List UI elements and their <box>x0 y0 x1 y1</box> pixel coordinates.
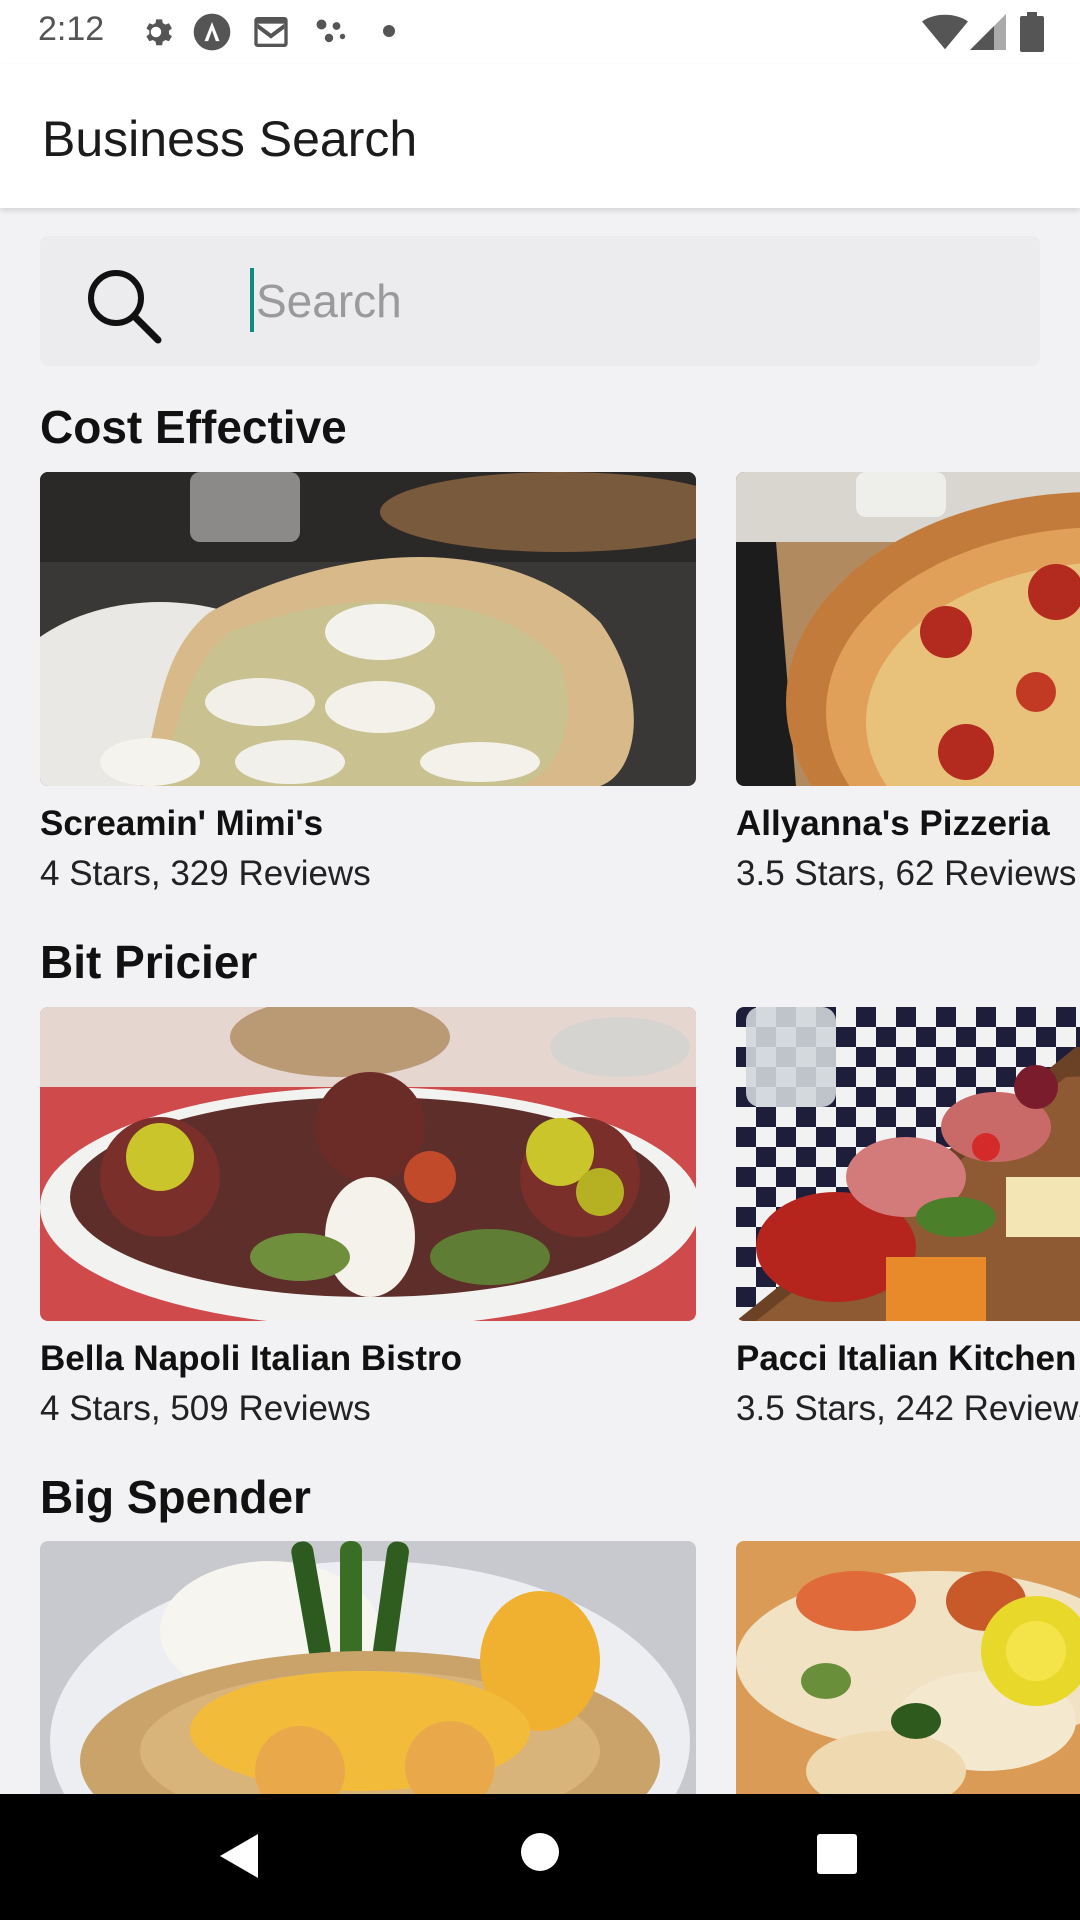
business-rating-reviews: 4 Stars, 329 Reviews <box>40 854 371 893</box>
back-icon[interactable] <box>218 1832 260 1885</box>
section-title-cost-effective: Cost Effective <box>40 401 347 453</box>
business-photo[interactable] <box>40 1541 696 1794</box>
business-card[interactable] <box>736 1541 1080 1794</box>
section-title-bit-pricier: Bit Pricier <box>40 936 258 988</box>
dots-icon <box>312 14 352 55</box>
section-title-big-spender: Big Spender <box>40 1471 311 1523</box>
recents-icon[interactable] <box>817 1834 857 1879</box>
business-card[interactable]: Pacci Italian Kitchen 3.5 Stars, 242 Rev… <box>736 1007 1080 1429</box>
app-bar: Business Search <box>0 64 1080 208</box>
business-rail-big-spender[interactable] <box>0 1541 1080 1794</box>
business-rating-reviews: 4 Stars, 509 Reviews <box>40 1389 371 1428</box>
text-cursor <box>250 268 254 332</box>
business-photo[interactable] <box>40 472 696 786</box>
status-time: 2:12 <box>38 10 105 48</box>
business-photo[interactable] <box>736 472 1080 786</box>
wifi-icon <box>922 14 968 55</box>
business-rating-reviews: 3.5 Stars, 242 Reviews <box>736 1389 1080 1428</box>
business-photo[interactable] <box>40 1007 696 1321</box>
search-icon <box>82 264 162 349</box>
business-card[interactable] <box>40 1541 696 1794</box>
battery-icon <box>1020 12 1044 57</box>
business-name: Bella Napoli Italian Bistro <box>40 1339 463 1378</box>
business-rating-reviews: 3.5 Stars, 62 Reviews <box>736 854 1077 893</box>
search-input[interactable] <box>250 256 1016 346</box>
business-name: Screamin' Mimi's <box>40 804 324 843</box>
status-bar: 2:12 <box>0 0 1080 64</box>
app-a-icon <box>192 12 232 57</box>
business-rail-bit-pricier[interactable]: Bella Napoli Italian Bistro 4 Stars, 509… <box>0 1007 1080 1447</box>
business-name: Pacci Italian Kitchen <box>736 1339 1077 1378</box>
business-card[interactable]: Allyanna's Pizzeria 3.5 Stars, 62 Review… <box>736 472 1080 894</box>
business-photo[interactable] <box>736 1541 1080 1794</box>
business-card[interactable]: Bella Napoli Italian Bistro 4 Stars, 509… <box>40 1007 696 1429</box>
business-rail-cost-effective[interactable]: Screamin' Mimi's 4 Stars, 329 Reviews Al… <box>0 472 1080 912</box>
search-bar[interactable] <box>40 236 1040 366</box>
business-card[interactable]: Screamin' Mimi's 4 Stars, 329 Reviews <box>40 472 696 894</box>
mail-icon <box>250 12 292 57</box>
business-name: Allyanna's Pizzeria <box>736 804 1050 843</box>
system-nav-bar <box>0 1794 1080 1920</box>
signal-icon <box>970 14 1006 55</box>
home-icon[interactable] <box>520 1832 560 1877</box>
business-photo[interactable] <box>736 1007 1080 1321</box>
page-title: Business Search <box>42 111 418 167</box>
gear-icon <box>138 14 174 55</box>
notification-dot-icon <box>382 24 396 43</box>
